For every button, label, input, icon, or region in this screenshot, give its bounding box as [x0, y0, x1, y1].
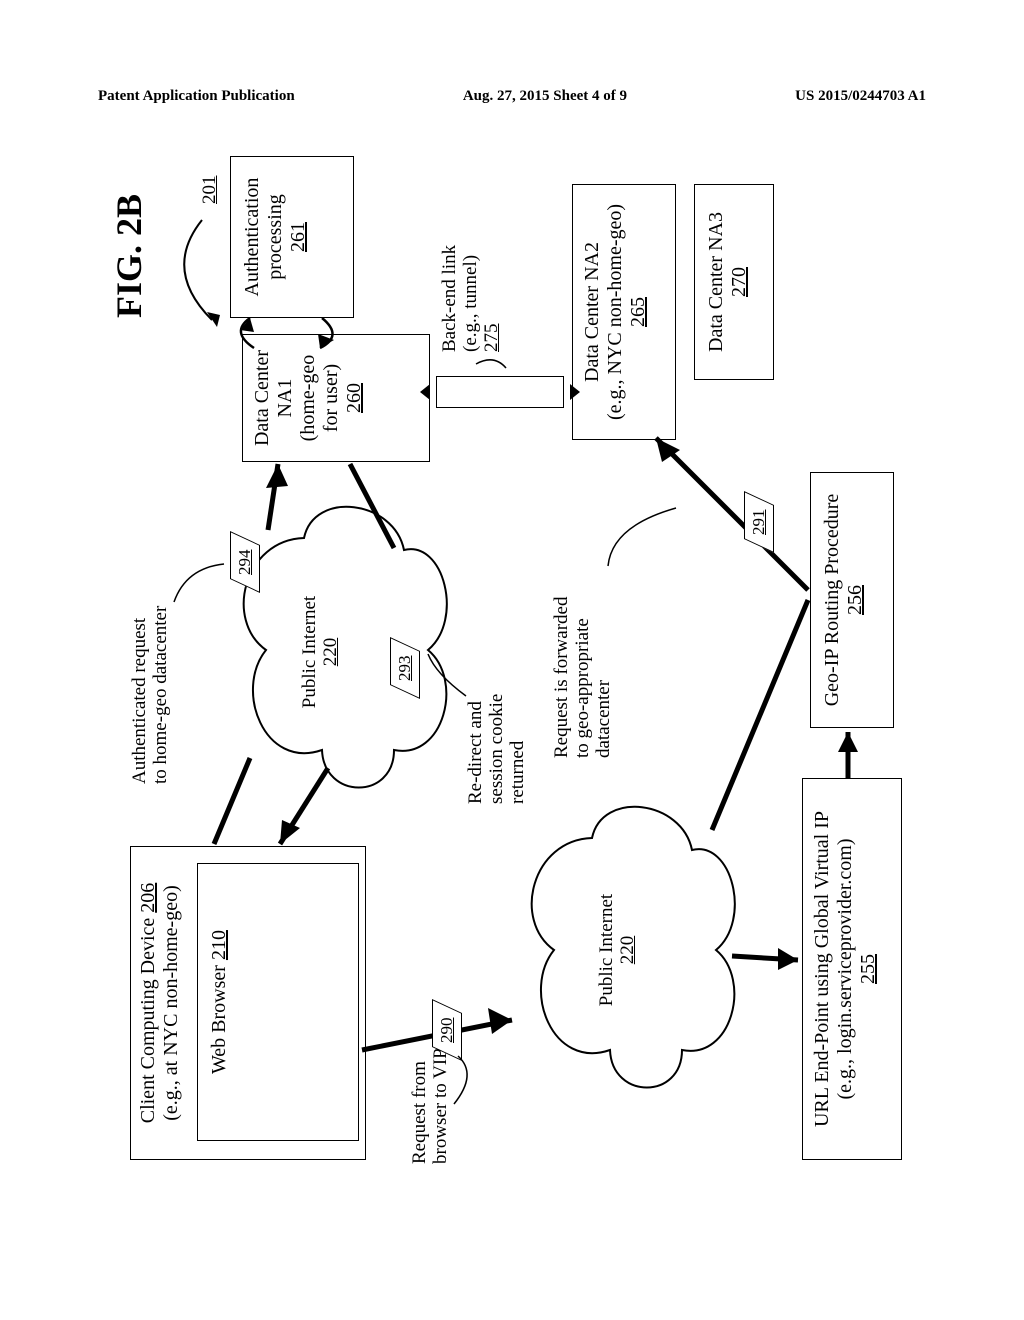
anno-auth-request: Authenticated request to home-geo datace…: [130, 554, 172, 784]
header-right: US 2015/0244703 A1: [795, 88, 926, 105]
header-left: Patent Application Publication: [98, 88, 295, 105]
header-center: Aug. 27, 2015 Sheet 4 of 9: [463, 88, 627, 105]
anno-forwarded: Request is forwarded to geo-appropriate …: [552, 548, 615, 758]
anno-request-browser: Request from browser to VIP: [410, 1014, 452, 1164]
